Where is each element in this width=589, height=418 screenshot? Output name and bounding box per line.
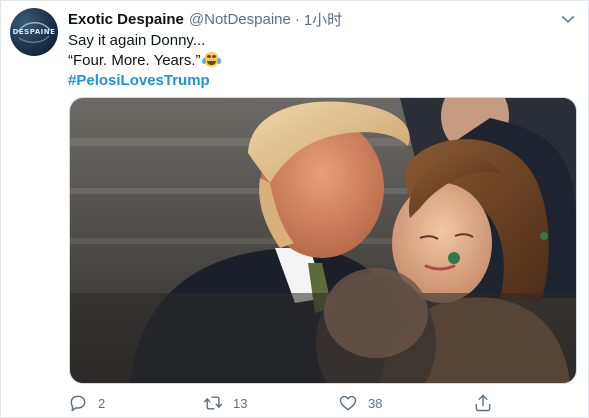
avatar-logo-text: DESPAINE xyxy=(12,28,56,36)
reply-count: 2 xyxy=(98,395,106,411)
photo-illustration xyxy=(70,98,576,383)
share-icon xyxy=(475,394,491,412)
separator-dot: · xyxy=(294,10,300,28)
reply-icon xyxy=(70,395,86,412)
tweet-text: Say it again Donny... “Four. More. Years… xyxy=(68,31,221,91)
retweet-button[interactable]: 13 xyxy=(203,391,247,415)
heart-icon xyxy=(339,395,357,411)
like-button[interactable]: 38 xyxy=(338,391,382,415)
avatar[interactable]: DESPAINE xyxy=(10,8,58,56)
share-button[interactable] xyxy=(473,391,493,415)
author-name[interactable]: Exotic Despaine xyxy=(68,11,184,28)
retweet-icon xyxy=(203,396,223,410)
author-handle[interactable]: @NotDespaine xyxy=(189,11,291,28)
tweet-header: Exotic Despaine @NotDespaine · 1小时 xyxy=(68,9,342,29)
tweet-timestamp[interactable]: 1小时 xyxy=(304,9,342,30)
tweet-photo[interactable] xyxy=(69,97,577,384)
reply-button[interactable]: 2 xyxy=(68,391,105,415)
tweet-text-line: Say it again Donny... xyxy=(68,32,206,49)
chevron-down-icon xyxy=(562,16,574,23)
laughing-emoji-icon xyxy=(201,52,221,67)
more-options-button[interactable] xyxy=(557,8,579,30)
action-bar: 2 13 38 xyxy=(68,391,548,415)
tweet-text-quote: “Four. More. Years.” xyxy=(68,52,201,69)
like-count: 38 xyxy=(368,395,383,411)
hashtag-link[interactable]: #PelosiLovesTrump xyxy=(68,71,219,91)
tweet-text-line: “Four. More. Years.” xyxy=(68,51,221,71)
retweet-count: 13 xyxy=(233,395,248,411)
